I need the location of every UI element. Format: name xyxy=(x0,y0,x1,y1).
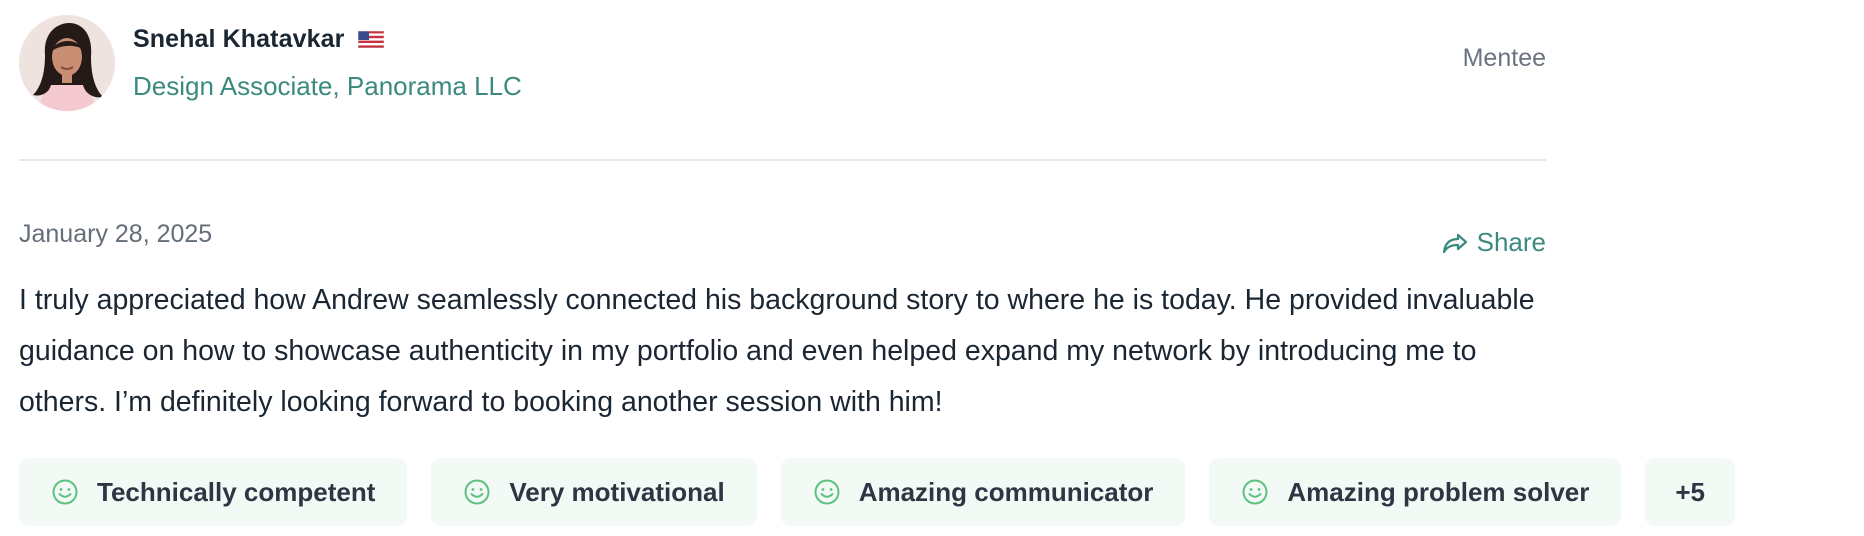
smile-icon xyxy=(464,479,490,505)
smile-icon xyxy=(52,479,78,505)
tag-list: Technically competent Very motivational … xyxy=(19,458,1736,526)
smile-icon xyxy=(814,479,840,505)
smile-icon xyxy=(1242,479,1268,505)
review-card: Snehal Khatavkar Design Associate, Panor… xyxy=(0,0,1864,536)
divider xyxy=(19,159,1546,161)
reviewer-name-row: Snehal Khatavkar xyxy=(133,25,385,54)
tag-chip[interactable]: Technically competent xyxy=(19,458,408,526)
more-tags-button[interactable]: +5 xyxy=(1645,458,1736,526)
tag-label: Technically competent xyxy=(97,476,376,507)
tag-chip[interactable]: Amazing communicator xyxy=(780,458,1186,526)
share-label: Share xyxy=(1476,227,1546,257)
avatar-image xyxy=(19,15,115,111)
reviewer-header: Snehal Khatavkar Design Associate, Panor… xyxy=(19,15,1546,111)
review-date: January 28, 2025 xyxy=(19,220,213,248)
more-tags-label: +5 xyxy=(1675,476,1706,507)
us-flag-icon xyxy=(358,31,385,48)
share-arrow-icon xyxy=(1442,233,1467,253)
role-badge: Mentee xyxy=(1462,44,1546,72)
share-button[interactable]: Share xyxy=(1441,227,1546,258)
reviewer-role: Design Associate, Panorama LLC xyxy=(133,71,522,101)
tag-label: Very motivational xyxy=(509,476,725,507)
tag-chip[interactable]: Very motivational xyxy=(431,458,757,526)
tag-chip[interactable]: Amazing problem solver xyxy=(1209,458,1622,526)
tag-label: Amazing communicator xyxy=(858,476,1154,507)
review-text: I truly appreciated how Andrew seamlessl… xyxy=(19,284,1535,418)
avatar[interactable] xyxy=(19,15,115,111)
reviewer-name[interactable]: Snehal Khatavkar xyxy=(133,25,344,54)
tag-label: Amazing problem solver xyxy=(1287,476,1590,507)
